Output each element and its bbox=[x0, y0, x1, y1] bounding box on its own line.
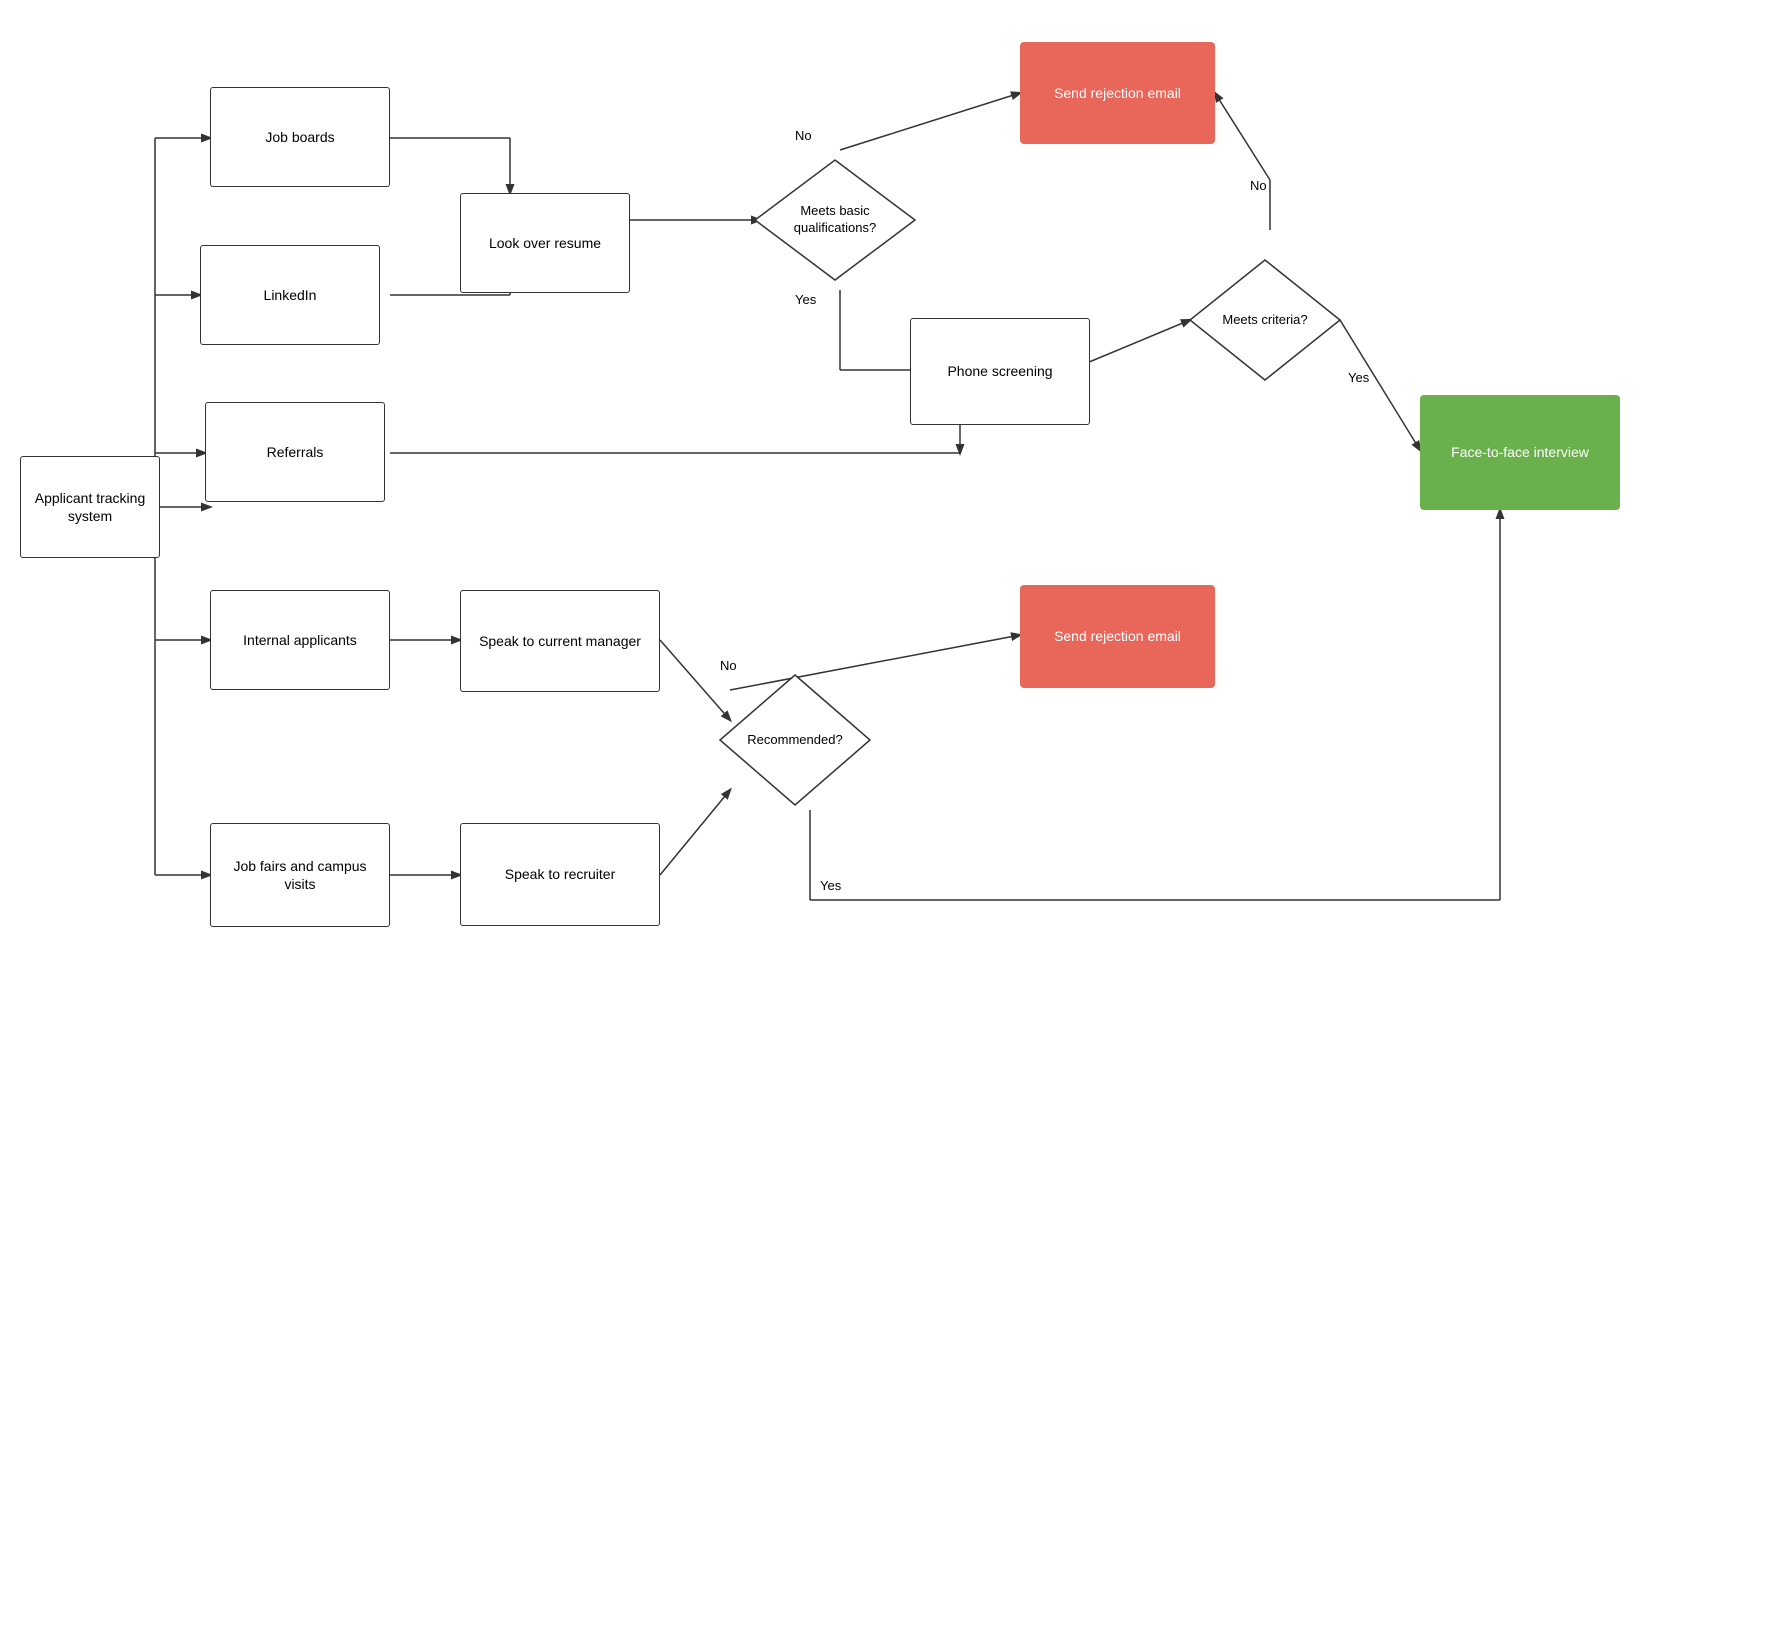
job-fairs-node: Job fairs and campus visits bbox=[210, 823, 390, 927]
job-boards-node: Job boards bbox=[210, 87, 390, 187]
meets-criteria-label: Meets criteria? bbox=[1222, 312, 1307, 329]
internal-applicants-node: Internal applicants bbox=[210, 590, 390, 690]
no-label-1: No bbox=[795, 128, 812, 143]
applicant-tracking-system-node: Applicant tracking system bbox=[20, 456, 160, 558]
yes-label-2: Yes bbox=[1348, 370, 1369, 385]
speak-to-current-manager-node: Speak to current manager bbox=[460, 590, 660, 692]
referrals-node: Referrals bbox=[205, 402, 385, 502]
yes-label-3: Yes bbox=[820, 878, 841, 893]
recommended-label: Recommended? bbox=[747, 732, 842, 749]
speak-to-recruiter-node: Speak to recruiter bbox=[460, 823, 660, 926]
look-over-resume-node: Look over resume bbox=[460, 193, 630, 293]
no-label-2: No bbox=[1250, 178, 1267, 193]
meets-basic-qual-label: Meets basic qualifications? bbox=[775, 203, 895, 237]
send-rejection-email-1-node: Send rejection email bbox=[1020, 42, 1215, 144]
no-label-3: No bbox=[720, 658, 737, 673]
linkedin-node: LinkedIn bbox=[200, 245, 380, 345]
yes-label-1: Yes bbox=[795, 292, 816, 307]
